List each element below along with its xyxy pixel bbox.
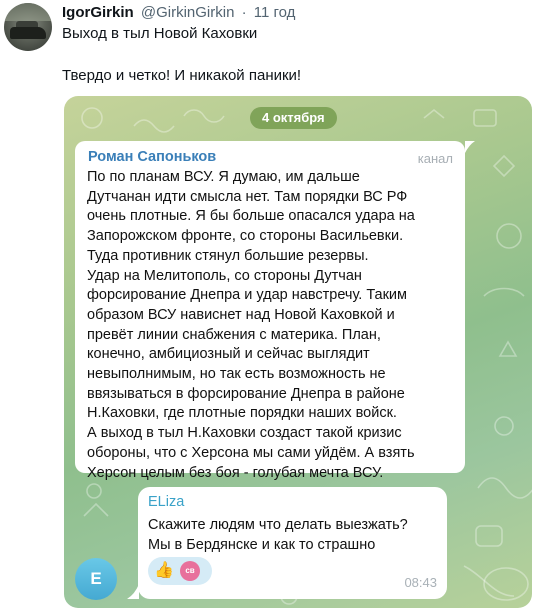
author-avatar[interactable] — [4, 3, 52, 51]
separator-dot: · — [241, 4, 247, 21]
message-line: А выход в тыл Н.Каховки создаст такой кр… — [87, 425, 402, 442]
author-handle[interactable]: @GirkinGirkin — [141, 4, 235, 21]
message-line: Херсон целым без боя - голубая мечта ВСУ… — [87, 464, 384, 481]
author-line: IgorGirkin @GirkinGirkin · 11 год — [62, 4, 295, 21]
sender-name[interactable]: Роман Сапоньков — [88, 149, 216, 165]
sender-name[interactable]: ELiza — [148, 494, 184, 510]
channel-tag: канал — [417, 151, 453, 166]
message-line: Дутчанан идти смысла нет. Там порядки ВС… — [87, 188, 408, 205]
reactor-avatar: св — [180, 561, 200, 581]
message-line: превёт линии снабжения с материка. План, — [87, 326, 381, 343]
attached-screenshot[interactable]: 4 октября Роман Сапоньков канал По по пл… — [64, 96, 532, 608]
message-line: обороны, что с Херсона мы сами уйдём. А … — [87, 444, 415, 461]
tweet-text-line-2: Твердо и четко! И никакой паники! — [62, 67, 302, 84]
message-time: 08:43 — [404, 575, 437, 590]
message-text: По по планам ВСУ. Я думаю, им дальше Дут… — [87, 168, 459, 483]
message-line: невыполнимым, но так есть возможность не — [87, 366, 386, 383]
date-separator-pill: 4 октября — [250, 107, 337, 129]
reaction-chip[interactable]: 👍 св — [148, 557, 212, 585]
bubble-tail — [127, 584, 139, 599]
tweet-header: IgorGirkin @GirkinGirkin · 11 год Выход … — [0, 0, 538, 96]
message-line: конечно, амбициозный и сейчас выглядит — [87, 346, 370, 363]
message-line: Запорожском фронте, со стороны Васильевк… — [87, 228, 404, 245]
message-line: форсирование Днепра и удар навстречу. Та… — [87, 287, 407, 304]
tweet-time[interactable]: 11 год — [254, 4, 296, 21]
message-bubble-forwarded[interactable]: Роман Сапоньков канал По по планам ВСУ. … — [75, 141, 465, 481]
message-line: Удар на Мелитополь, со стороны Дутчан — [87, 267, 362, 284]
bubble-tail — [465, 141, 475, 153]
message-line: ввязываться в форсирование Днепра в райо… — [87, 385, 405, 402]
message-line: По по планам ВСУ. Я думаю, им дальше — [87, 169, 360, 185]
tweet-text-line-1: Выход в тыл Новой Каховки — [62, 25, 258, 42]
message-text: Скажите людям что делать выезжать? Мы в … — [148, 515, 408, 555]
message-line: образом ВСУ нависнет над Новой Каховкой … — [87, 306, 395, 323]
message-line: Туда противник стянул большие резервы. — [87, 247, 369, 264]
message-line: Н.Каховки, где плотные порядки наших вой… — [87, 405, 397, 422]
message-line: Мы в Бердянске и как то страшно — [148, 537, 376, 553]
sender-avatar[interactable]: E — [75, 558, 117, 600]
thumbs-up-icon: 👍 — [154, 562, 174, 579]
author-display-name[interactable]: IgorGirkin — [62, 4, 134, 21]
message-line: Скажите людям что делать выезжать? — [148, 517, 408, 533]
message-bubble-reply[interactable]: ELiza Скажите людям что делать выезжать?… — [138, 487, 447, 599]
message-line: очень плотные. Я бы больше опасался удар… — [87, 208, 415, 225]
